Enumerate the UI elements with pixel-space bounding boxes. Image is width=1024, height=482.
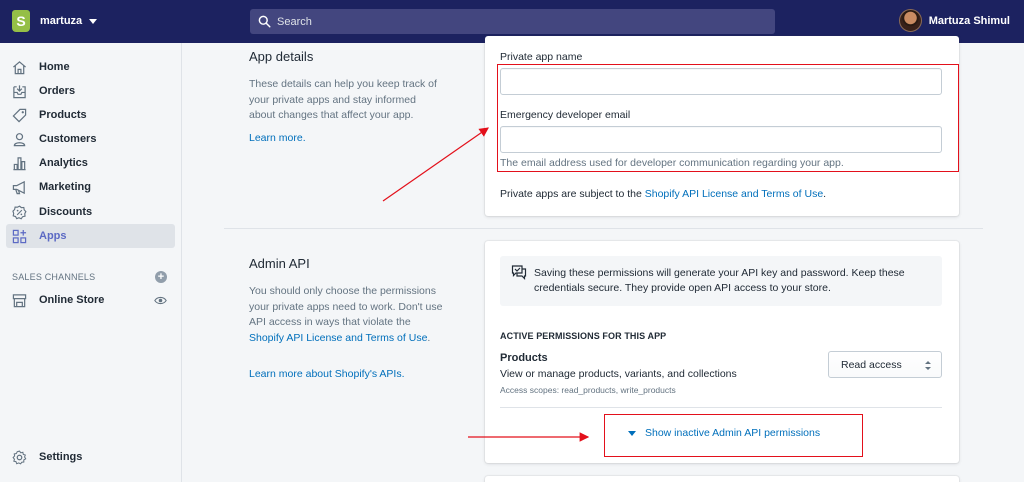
permissions-divider [500, 407, 942, 408]
user-name: Martuza Shimul [928, 14, 1010, 27]
sidebar-item-products[interactable]: Products [6, 103, 175, 127]
permission-description: View or manage products, variants, and c… [500, 368, 737, 380]
sales-channels-header: SALES CHANNELS + [12, 271, 167, 283]
admin-api-title: Admin API [249, 256, 310, 271]
sidebar-item-marketing[interactable]: Marketing [6, 175, 175, 199]
sidebar-item-analytics[interactable]: Analytics [6, 151, 175, 175]
next-card [485, 476, 959, 482]
eye-icon[interactable] [154, 294, 167, 307]
conversation-icon [511, 265, 527, 280]
private-app-name-label: Private app name [500, 51, 583, 63]
sidebar-item-label: Marketing [39, 181, 91, 193]
store-switcher[interactable]: S martuza [12, 10, 98, 32]
shopify-logo-icon: S [12, 10, 30, 32]
terms-suffix: . [823, 188, 827, 200]
products-access-select[interactable]: Read access [828, 351, 942, 378]
sidebar-item-label: Apps [39, 230, 67, 242]
sidebar-item-apps[interactable]: Apps [6, 224, 175, 248]
orders-icon [13, 84, 26, 98]
bar-chart-icon [13, 156, 26, 170]
admin-api-description-text: You should only choose the permissions y… [249, 285, 443, 328]
person-icon [13, 132, 26, 146]
sidebar-item-label: Products [39, 109, 87, 121]
sidebar-item-label: Home [39, 61, 70, 73]
sidebar-item-label: Online Store [39, 294, 105, 306]
sidebar-item-label: Settings [39, 451, 83, 463]
sidebar-item-orders[interactable]: Orders [6, 79, 175, 103]
avatar [898, 9, 922, 32]
apps-icon [12, 229, 27, 243]
admin-api-terms-link[interactable]: Shopify API License and Terms of Use [249, 332, 427, 344]
terms-link[interactable]: Shopify API License and Terms of Use [645, 188, 823, 200]
active-permissions-heading: ACTIVE PERMISSIONS FOR THIS APP [500, 331, 667, 341]
home-icon [13, 60, 26, 74]
search-icon [258, 15, 271, 28]
show-inactive-label: Show inactive Admin API permissions [645, 427, 821, 439]
sidebar-item-settings[interactable]: Settings [6, 445, 175, 469]
discount-icon [12, 204, 27, 219]
admin-api-description: You should only choose the permissions y… [249, 284, 444, 346]
store-name: martuza [40, 15, 83, 27]
tag-icon [12, 108, 27, 122]
terms-notice: Private apps are subject to the Shopify … [500, 188, 826, 200]
learn-more-apis-link[interactable]: Learn more about Shopify's APIs. [249, 367, 444, 383]
sidebar: Home Orders Products Customers Analytics… [0, 43, 182, 482]
permission-title: Products [500, 352, 548, 364]
select-arrows-icon [925, 361, 931, 370]
app-details-title: App details [249, 49, 314, 64]
admin-api-description-suffix: . [427, 331, 431, 344]
sidebar-item-label: Customers [39, 133, 97, 145]
store-icon [12, 293, 27, 307]
search-placeholder: Search [277, 15, 312, 28]
info-banner-text: Saving these permissions will generate y… [534, 267, 905, 294]
sidebar-item-label: Discounts [39, 206, 93, 218]
app-details-description: These details can help you keep track of… [249, 77, 444, 124]
app-details-learn-more-link[interactable]: Learn more. [249, 131, 444, 147]
app-details-description-text: These details can help you keep track of… [249, 78, 437, 121]
permission-scopes: Access scopes: read_products, write_prod… [500, 385, 676, 395]
user-menu[interactable]: Martuza Shimul [898, 9, 1010, 32]
private-app-name-input[interactable] [500, 68, 942, 95]
caret-down-icon [628, 430, 636, 436]
sidebar-item-label: Analytics [39, 157, 88, 169]
sidebar-item-label: Orders [39, 85, 76, 97]
select-value: Read access [841, 358, 902, 371]
section-divider [224, 228, 983, 229]
sidebar-item-discounts[interactable]: Discounts [6, 200, 175, 224]
emergency-email-input[interactable] [500, 126, 942, 153]
caret-down-icon [89, 18, 98, 24]
email-help-text: The email address used for developer com… [500, 157, 844, 169]
sidebar-item-online-store[interactable]: Online Store [6, 288, 175, 312]
gear-icon [12, 450, 27, 465]
add-sales-channel-button[interactable]: + [155, 271, 167, 283]
megaphone-icon [12, 180, 25, 194]
terms-prefix: Private apps are subject to the [500, 188, 645, 200]
sidebar-item-customers[interactable]: Customers [6, 127, 175, 151]
show-inactive-permissions-link[interactable]: Show inactive Admin API permissions [628, 427, 820, 439]
emergency-email-label: Emergency developer email [500, 109, 631, 121]
sales-channels-label: SALES CHANNELS [12, 272, 96, 282]
search-bar[interactable]: Search [250, 9, 775, 34]
sidebar-item-home[interactable]: Home [6, 55, 175, 79]
